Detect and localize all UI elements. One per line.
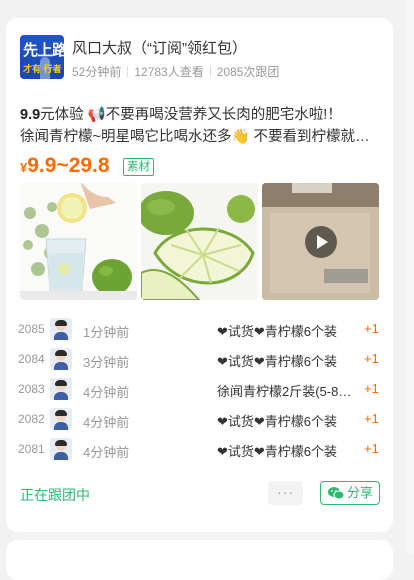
price-highlight: 9.9	[20, 107, 41, 123]
divider	[127, 66, 129, 77]
next-card[interactable]	[6, 540, 393, 580]
avatar[interactable]: 先上路 才有 行者	[20, 35, 64, 79]
order-seq: 2081	[18, 442, 45, 456]
product-image-1[interactable]	[20, 183, 137, 300]
order-row[interactable]: 2084 3分钟前 ❤试货❤青柠檬6个装 +1	[6, 348, 393, 372]
buyer-avatar	[50, 318, 72, 340]
scrollbar[interactable]	[406, 0, 414, 553]
order-seq: 2084	[18, 352, 45, 366]
order-seq: 2082	[18, 412, 45, 426]
order-item: ❤试货❤青柠檬6个装	[217, 444, 338, 459]
buyer-avatar	[50, 438, 72, 460]
play-icon[interactable]	[305, 226, 337, 258]
group-buy-card[interactable]: 先上路 才有 行者 风口大叔（“订阅”领红包） 52分钟前 12783人查看 208…	[6, 18, 393, 532]
order-time: 1分钟前	[83, 325, 130, 340]
logo-text-top: 先上路	[23, 42, 64, 59]
buyer-avatar	[50, 408, 72, 430]
view-count: 12783人查看	[134, 65, 204, 79]
product-image-2[interactable]	[141, 183, 258, 300]
description-line-2: 徐闻青柠檬~明星喝它比喝水还多👋 不要看到柠檬就觉得很酸	[20, 129, 376, 145]
sliced-lime-illustration	[141, 183, 258, 300]
order-time: 4分钟前	[83, 445, 130, 460]
order-seq: 2085	[18, 322, 45, 336]
material-tag[interactable]: 素材	[123, 158, 154, 176]
order-seq: 2083	[18, 382, 45, 396]
description-line-1: 9.9元体验 📢不要再喝没营养又长肉的肥宅水啦!！	[20, 104, 376, 126]
order-time: 4分钟前	[83, 385, 130, 400]
order-qty: +1	[364, 321, 379, 336]
follow-count: 2085次跟团	[216, 65, 280, 79]
price: ¥9.9~29.8	[20, 154, 110, 178]
order-row[interactable]: 2085 1分钟前 ❤试货❤青柠檬6个装 +1	[6, 318, 393, 342]
order-item: ❤试货❤青柠檬6个装	[217, 324, 338, 339]
order-qty: +1	[364, 351, 379, 366]
post-meta: 52分钟前 12783人查看 2085次跟团	[72, 63, 279, 80]
order-row[interactable]: 2082 4分钟前 ❤试货❤青柠檬6个装 +1	[6, 408, 393, 432]
price-range: 9.9~29.8	[27, 154, 110, 177]
divider	[209, 66, 211, 77]
order-item: ❤试货❤青柠檬6个装	[217, 414, 338, 429]
wechat-icon	[328, 487, 344, 500]
logo-text-bottom: 才有 行者	[23, 64, 62, 74]
order-row[interactable]: 2081 4分钟前 ❤试货❤青柠檬6个装 +1	[6, 438, 393, 462]
time-ago: 52分钟前	[72, 65, 122, 79]
order-qty: +1	[364, 411, 379, 426]
group-status: 正在跟团中	[20, 487, 90, 503]
product-video[interactable]	[262, 183, 379, 300]
buyer-avatar	[50, 348, 72, 370]
more-button[interactable]: ···	[268, 481, 303, 505]
order-item: ❤试货❤青柠檬6个装	[217, 354, 338, 369]
order-row[interactable]: 2083 4分钟前 徐闻青柠檬2斤装(5-8个) +1	[6, 378, 393, 402]
order-qty: +1	[364, 381, 379, 396]
description-line-1-text: 元体验 📢不要再喝没营养又长肉的肥宅水啦!！	[40, 107, 342, 123]
share-label: 分享	[347, 485, 374, 500]
group-title[interactable]: 风口大叔（“订阅”领红包）	[72, 37, 247, 58]
order-item: 徐闻青柠檬2斤装(5-8个)	[217, 384, 355, 399]
lemon-water-illustration	[20, 183, 137, 300]
order-time: 4分钟前	[83, 415, 130, 430]
buyer-avatar	[50, 378, 72, 400]
post-description[interactable]: 9.9元体验 📢不要再喝没营养又长肉的肥宅水啦!！ 徐闻青柠檬~明星喝它比喝水还…	[20, 104, 376, 148]
share-button[interactable]: 分享	[320, 481, 380, 505]
order-time: 3分钟前	[83, 355, 130, 370]
order-qty: +1	[364, 441, 379, 456]
